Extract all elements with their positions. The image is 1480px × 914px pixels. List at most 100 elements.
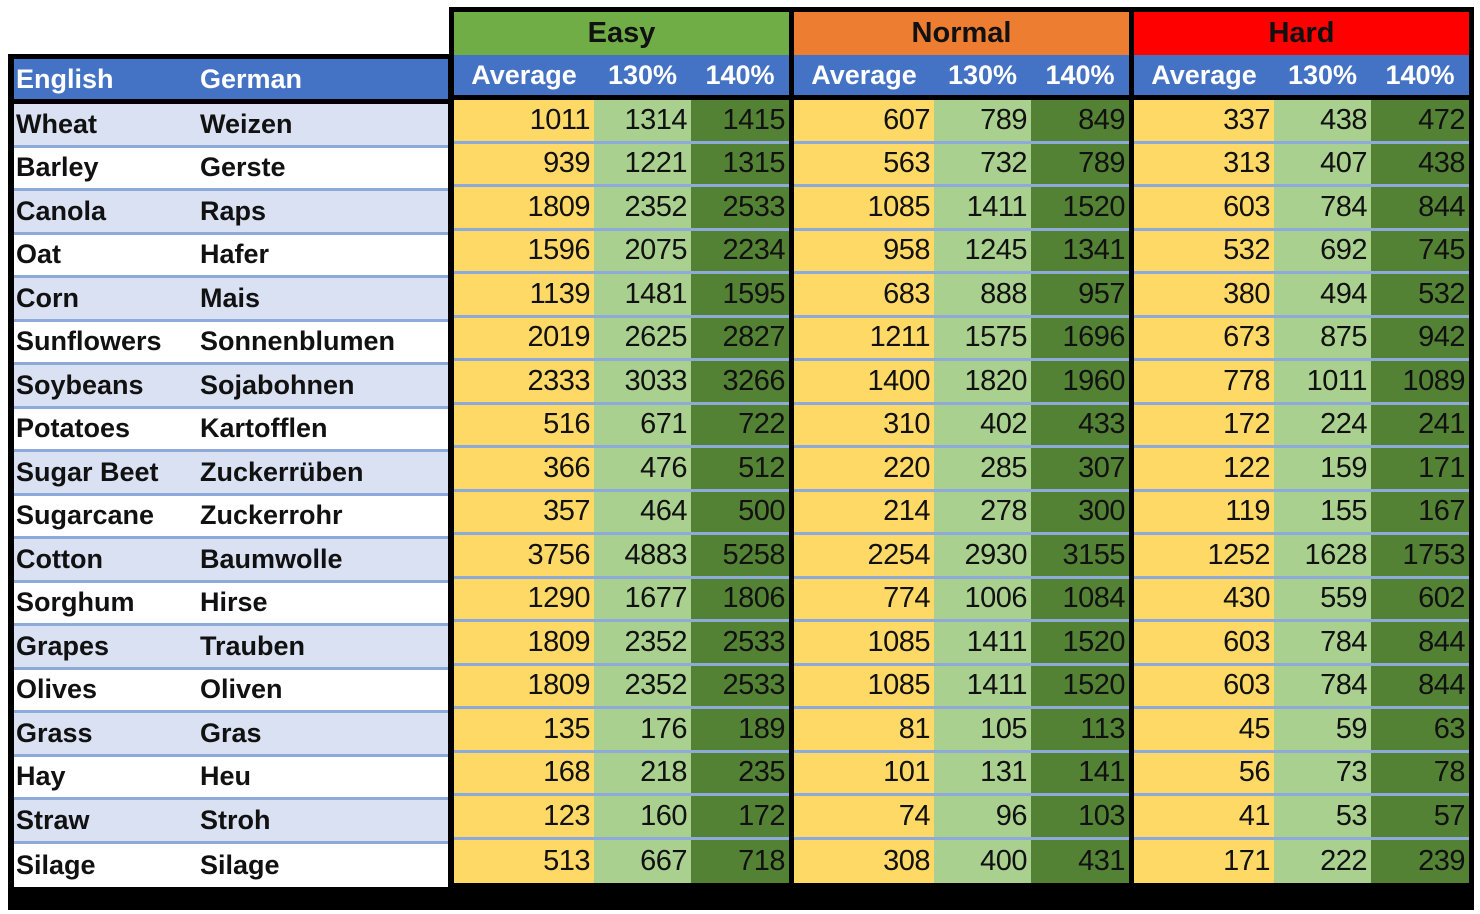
value-cell-p130: 1011 — [1274, 361, 1371, 402]
value-cell-p130: 2352 — [594, 622, 691, 663]
value-row: 45 59 63 — [1134, 709, 1469, 753]
value-cell-p140: 1806 — [691, 578, 789, 619]
crop-row: Sorghum Hirse — [14, 582, 448, 626]
value-cell-p140: 500 — [691, 491, 789, 532]
difficulty-block-normal: Normal Average 130% 140% 607 789 849 563 732 789 1… — [789, 7, 1134, 910]
value-cell-avg: 366 — [454, 448, 594, 489]
value-cell-avg: 214 — [794, 491, 934, 532]
value-cell-p130: 96 — [934, 796, 1031, 837]
crop-row: Potatoes Kartofflen — [14, 408, 448, 452]
sub-header-p140: 140% — [705, 59, 775, 90]
value-row: 313 407 438 — [1134, 143, 1469, 187]
difficulty-block-easy: Easy Average 130% 140% 1011 1314 1415 939 1221 13… — [449, 7, 794, 910]
value-cell-p140: 1315 — [691, 143, 789, 184]
value-cell-p130: 222 — [1274, 839, 1371, 883]
value-cell-p130: 784 — [1274, 665, 1371, 706]
value-cell-avg: 1809 — [454, 665, 594, 706]
value-cell-avg: 1085 — [794, 187, 934, 228]
value-row: 778 1011 1089 — [1134, 361, 1469, 405]
crop-row: Soybeans Sojabohnen — [14, 365, 448, 409]
value-cell-p140: 472 — [1371, 100, 1469, 141]
value-row: 168 218 235 — [454, 752, 789, 796]
english-name-cell: Wheat — [16, 108, 97, 139]
value-cell-avg: 168 — [454, 752, 594, 793]
english-name-cell: Sugarcane — [16, 500, 155, 531]
value-cell-avg: 220 — [794, 448, 934, 489]
value-cell-avg: 122 — [1134, 448, 1274, 489]
sub-header-p140: 140% — [1385, 59, 1455, 90]
value-cell-p140: 3266 — [691, 361, 789, 402]
sub-header-average: Average — [1151, 59, 1257, 90]
value-cell-p130: 402 — [934, 404, 1031, 445]
german-name-cell: Mais — [200, 282, 261, 313]
crop-name-rows: Wheat Weizen Barley Gerste Canola Raps Oat Hafe… — [14, 104, 448, 887]
sub-header-row: Average 130% 140% — [1134, 55, 1469, 95]
crop-row: Straw Stroh — [14, 800, 448, 844]
value-cell-p140: 1520 — [1031, 622, 1129, 663]
german-name-cell: Zuckerrohr — [200, 500, 343, 531]
value-cell-p130: 3033 — [594, 361, 691, 402]
value-row: 101 131 141 — [794, 752, 1129, 796]
value-cell-p140: 141 — [1031, 752, 1129, 793]
value-cell-p130: 160 — [594, 796, 691, 837]
value-cell-p140: 235 — [691, 752, 789, 793]
values-easy: 1011 1314 1415 939 1221 1315 1809 2352 2533 1596 2… — [454, 100, 789, 883]
value-cell-avg: 41 — [1134, 796, 1274, 837]
value-cell-avg: 172 — [1134, 404, 1274, 445]
value-cell-p140: 1520 — [1031, 187, 1129, 228]
value-row: 939 1221 1315 — [454, 143, 789, 187]
value-cell-p140: 1084 — [1031, 578, 1129, 619]
value-cell-p130: 784 — [1274, 622, 1371, 663]
value-cell-avg: 1809 — [454, 187, 594, 228]
value-cell-p130: 1481 — [594, 274, 691, 315]
value-row: 603 784 844 — [1134, 187, 1469, 231]
values-hard: 337 438 472 313 407 438 603 784 844 532 692 745 380 4… — [1134, 100, 1469, 883]
value-cell-p140: 1595 — [691, 274, 789, 315]
value-cell-avg: 430 — [1134, 578, 1274, 619]
german-name-cell: Trauben — [200, 630, 306, 661]
value-cell-p140: 57 — [1371, 796, 1469, 837]
difficulty-header-normal: Normal — [794, 12, 1129, 55]
value-cell-p130: 692 — [1274, 230, 1371, 271]
value-cell-p130: 2930 — [934, 535, 1031, 576]
value-cell-p130: 789 — [934, 100, 1031, 141]
value-cell-p140: 602 — [1371, 578, 1469, 619]
value-cell-p130: 278 — [934, 491, 1031, 532]
value-cell-p130: 888 — [934, 274, 1031, 315]
value-row: 2019 2625 2827 — [454, 317, 789, 361]
crop-row: Sunflowers Sonnenblumen — [14, 321, 448, 365]
crop-row: Wheat Weizen — [14, 104, 448, 148]
value-cell-p130: 476 — [594, 448, 691, 489]
german-name-cell: Kartofflen — [200, 413, 328, 444]
value-cell-avg: 1596 — [454, 230, 594, 271]
value-cell-avg: 380 — [1134, 274, 1274, 315]
value-cell-avg: 2333 — [454, 361, 594, 402]
value-cell-p140: 2533 — [691, 187, 789, 228]
value-cell-avg: 337 — [1134, 100, 1274, 141]
value-row: 337 438 472 — [1134, 100, 1469, 144]
value-cell-avg: 357 — [454, 491, 594, 532]
value-cell-avg: 308 — [794, 839, 934, 883]
value-cell-p130: 59 — [1274, 709, 1371, 750]
value-cell-p140: 957 — [1031, 274, 1129, 315]
value-cell-p130: 1006 — [934, 578, 1031, 619]
value-cell-p140: 241 — [1371, 404, 1469, 445]
english-name-cell: Cotton — [16, 543, 103, 574]
english-name-cell: Canola — [16, 195, 107, 226]
value-cell-p140: 844 — [1371, 187, 1469, 228]
value-cell-p140: 1341 — [1031, 230, 1129, 271]
value-cell-p140: 433 — [1031, 404, 1129, 445]
value-row: 683 888 957 — [794, 274, 1129, 318]
value-row: 1085 1411 1520 — [794, 622, 1129, 666]
sub-header-p130: 130% — [947, 59, 1018, 90]
value-row: 2333 3033 3266 — [454, 361, 789, 405]
sub-header-average: Average — [471, 59, 577, 90]
value-cell-p130: 667 — [594, 839, 691, 883]
value-row: 1400 1820 1960 — [794, 361, 1129, 405]
value-row: 380 494 532 — [1134, 274, 1469, 318]
english-name-cell: Soybeans — [16, 369, 144, 400]
value-cell-p130: 2625 — [594, 317, 691, 358]
value-cell-p130: 438 — [1274, 100, 1371, 141]
value-cell-avg: 774 — [794, 578, 934, 619]
english-name-cell: Silage — [16, 849, 96, 880]
